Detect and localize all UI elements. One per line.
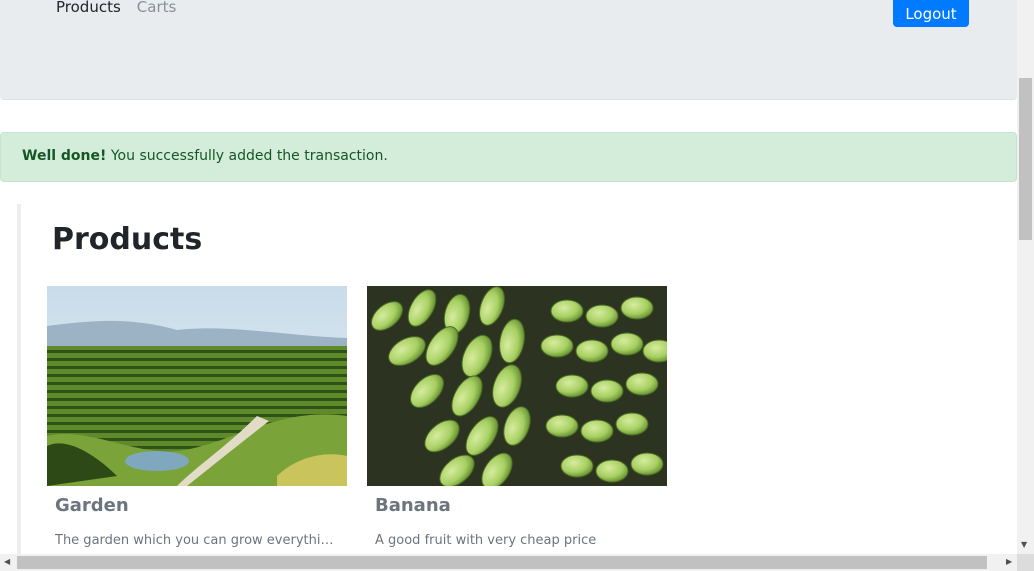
- scroll-down-icon[interactable]: ▼: [1021, 540, 1027, 549]
- success-alert: Well done! You successfully added the tr…: [0, 132, 1017, 182]
- scrollbar-corner: [1017, 554, 1034, 571]
- product-card-garden[interactable]: Garden The garden which you can grow eve…: [47, 286, 347, 571]
- scroll-left-icon[interactable]: ◀: [4, 557, 10, 566]
- product-description: The garden which you can grow everything…: [55, 533, 339, 548]
- alert-message: You successfully added the transaction.: [106, 148, 388, 164]
- logout-button[interactable]: Logout: [893, 0, 969, 27]
- nav-link-carts[interactable]: Carts: [137, 0, 177, 16]
- product-title: Garden: [55, 495, 129, 516]
- navbar: Products Carts Logout: [0, 0, 1017, 100]
- page-title: Products: [52, 222, 203, 257]
- vertical-scrollbar[interactable]: ▼: [1017, 0, 1034, 554]
- product-title: Banana: [375, 495, 451, 516]
- vertical-scroll-thumb[interactable]: [1019, 78, 1032, 240]
- banana-image: [367, 286, 667, 486]
- horizontal-scrollbar[interactable]: ◀ ▶: [0, 554, 1017, 571]
- product-description: A good fruit with very cheap price: [375, 533, 597, 548]
- horizontal-scroll-thumb[interactable]: [17, 556, 987, 569]
- scroll-right-icon[interactable]: ▶: [1006, 557, 1012, 566]
- nav-links: Products Carts: [56, 0, 176, 16]
- product-card-banana[interactable]: Banana A good fruit with very cheap pric…: [367, 286, 667, 571]
- nav-link-products[interactable]: Products: [56, 0, 121, 16]
- alert-strong-text: Well done!: [22, 148, 107, 164]
- garden-image: [47, 286, 347, 486]
- content-divider: [17, 204, 21, 564]
